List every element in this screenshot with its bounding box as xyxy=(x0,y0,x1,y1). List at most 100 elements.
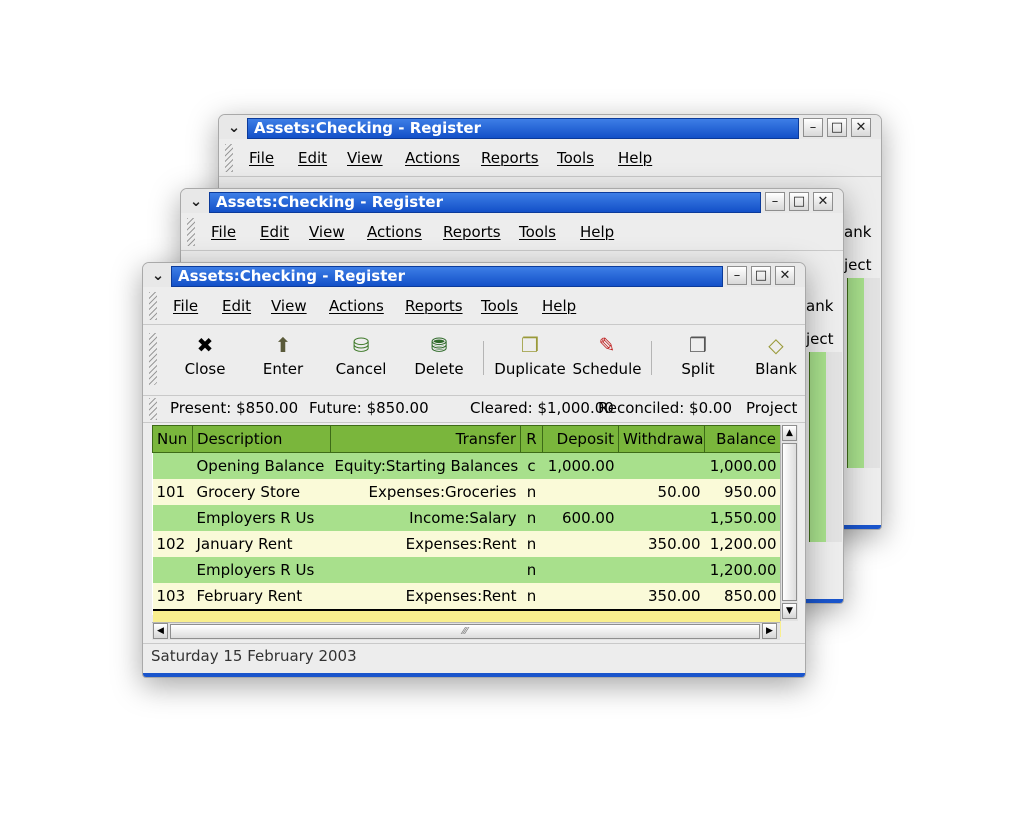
cell-deposit[interactable] xyxy=(542,583,619,610)
cell-num[interactable] xyxy=(152,557,193,583)
enter-button[interactable]: ⬆ Enter xyxy=(257,331,309,391)
menu-actions[interactable]: Actions xyxy=(329,297,384,315)
window-menu-icon[interactable]: ⌄ xyxy=(223,117,245,137)
menu-actions[interactable]: Actions xyxy=(367,223,422,241)
menu-view[interactable]: View xyxy=(347,149,383,167)
cell-withdrawal[interactable]: 350.00 xyxy=(618,531,705,557)
cell-description[interactable]: January Rent xyxy=(192,531,331,557)
close-window-button[interactable]: ✕ xyxy=(851,118,871,137)
cell-reconcile[interactable]: c xyxy=(520,452,543,479)
cell-transfer[interactable]: Expenses:Groceries xyxy=(330,479,521,505)
summary-grip[interactable] xyxy=(149,398,157,420)
grip-handle[interactable] xyxy=(187,218,195,246)
scroll-up-icon[interactable]: ▲ xyxy=(782,425,797,441)
column-header-withdrawal[interactable]: Withdrawal xyxy=(618,425,705,453)
maximize-button[interactable]: □ xyxy=(751,266,771,285)
table-row[interactable]: Opening Balance Equity:Starting Balances… xyxy=(152,452,781,479)
menu-reports[interactable]: Reports xyxy=(405,297,463,315)
menu-reports[interactable]: Reports xyxy=(443,223,501,241)
cell-transfer[interactable]: Equity:Starting Balances xyxy=(330,452,521,479)
cell-description[interactable]: Employers R Us xyxy=(192,557,331,583)
menu-file[interactable]: File xyxy=(249,149,274,167)
cell-withdrawal[interactable] xyxy=(618,557,705,583)
schedule-button[interactable]: ✎ Schedule xyxy=(571,331,643,391)
scroll-left-icon[interactable]: ◀ xyxy=(153,623,168,639)
cell-deposit[interactable]: 600.00 xyxy=(542,505,619,531)
back-scrollbar[interactable] xyxy=(864,278,880,468)
cell-transfer[interactable] xyxy=(330,557,521,583)
menu-actions[interactable]: Actions xyxy=(405,149,460,167)
column-header-num[interactable]: Nun xyxy=(152,425,193,453)
cell-num[interactable] xyxy=(152,505,193,531)
back-window-1-titlebar[interactable]: ⌄ Assets:Checking - Register – □ ✕ xyxy=(219,115,881,139)
cell-transfer[interactable]: Income:Salary xyxy=(330,505,521,531)
cell-deposit[interactable] xyxy=(542,557,619,583)
cell-description[interactable]: Employers R Us xyxy=(192,505,331,531)
menu-edit[interactable]: Edit xyxy=(260,223,289,241)
back-scrollbar[interactable] xyxy=(826,352,842,542)
blank-button[interactable]: ◇ Blank xyxy=(749,331,803,391)
cell-reconcile[interactable]: n xyxy=(520,583,543,610)
menu-view[interactable]: View xyxy=(309,223,345,241)
menu-view[interactable]: View xyxy=(271,297,307,315)
vertical-scrollbar[interactable]: ▲ ▼ xyxy=(780,425,798,621)
minimize-button[interactable]: – xyxy=(727,266,747,285)
delete-button[interactable]: ⛃ Delete xyxy=(409,331,469,391)
cell-description[interactable]: Grocery Store xyxy=(192,479,331,505)
cell-num[interactable]: 103 xyxy=(152,583,193,610)
table-row[interactable]: 103 February Rent Expenses:Rent n 350.00… xyxy=(152,583,781,610)
cell-num[interactable]: 102 xyxy=(152,531,193,557)
window-menu-icon[interactable]: ⌄ xyxy=(185,191,207,211)
table-row[interactable]: Employers R Us n 1,200.00 xyxy=(152,557,781,583)
horizontal-scroll-thumb[interactable]: ⁄⁄⁄ xyxy=(170,624,760,639)
cell-reconcile[interactable]: n xyxy=(520,557,543,583)
cell-transfer[interactable]: Expenses:Rent xyxy=(330,531,521,557)
cell-num[interactable]: 101 xyxy=(152,479,193,505)
cell-reconcile[interactable]: n xyxy=(520,531,543,557)
window-menu-icon[interactable]: ⌄ xyxy=(147,265,169,285)
menu-help[interactable]: Help xyxy=(542,297,576,315)
scroll-down-icon[interactable]: ▼ xyxy=(782,603,797,619)
maximize-button[interactable]: □ xyxy=(827,118,847,137)
cancel-button[interactable]: ⛁ Cancel xyxy=(331,331,391,391)
column-header-deposit[interactable]: Deposit xyxy=(542,425,619,453)
cell-withdrawal[interactable]: 350.00 xyxy=(618,583,705,610)
grip-handle[interactable] xyxy=(149,292,157,320)
menu-tools[interactable]: Tools xyxy=(557,149,594,167)
cell-num[interactable] xyxy=(152,452,193,479)
register-table[interactable]: Nun Description Transfer R Deposit Withd… xyxy=(152,425,781,637)
cell-withdrawal[interactable] xyxy=(618,452,705,479)
menu-tools[interactable]: Tools xyxy=(481,297,518,315)
table-row[interactable]: Employers R Us Income:Salary n 600.00 1,… xyxy=(152,505,781,531)
table-row[interactable]: 102 January Rent Expenses:Rent n 350.00 … xyxy=(152,531,781,557)
menu-reports[interactable]: Reports xyxy=(481,149,539,167)
duplicate-button[interactable]: ❐ Duplicate xyxy=(491,331,569,391)
titlebar[interactable]: ⌄ Assets:Checking - Register – □ ✕ xyxy=(143,263,805,287)
toolbar-grip[interactable] xyxy=(149,333,157,385)
table-row[interactable]: 101 Grocery Store Expenses:Groceries n 5… xyxy=(152,479,781,505)
cell-withdrawal[interactable] xyxy=(618,505,705,531)
horizontal-scrollbar[interactable]: ◀ ⁄⁄⁄ ▶ xyxy=(152,622,780,640)
close-button[interactable]: ✖ Close xyxy=(179,331,231,391)
cell-description[interactable]: February Rent xyxy=(192,583,331,610)
menu-help[interactable]: Help xyxy=(580,223,614,241)
cell-reconcile[interactable]: n xyxy=(520,479,543,505)
close-window-button[interactable]: ✕ xyxy=(813,192,833,211)
cell-deposit[interactable]: 1,000.00 xyxy=(542,452,619,479)
column-header-transfer[interactable]: Transfer xyxy=(330,425,521,453)
cell-transfer[interactable]: Expenses:Rent xyxy=(330,583,521,610)
cell-deposit[interactable] xyxy=(542,531,619,557)
scroll-right-icon[interactable]: ▶ xyxy=(762,623,777,639)
menu-file[interactable]: File xyxy=(211,223,236,241)
cell-description[interactable]: Opening Balance xyxy=(192,452,331,479)
split-button[interactable]: ❒ Split xyxy=(671,331,725,391)
close-window-button[interactable]: ✕ xyxy=(775,266,795,285)
grip-handle[interactable] xyxy=(225,144,233,172)
menu-edit[interactable]: Edit xyxy=(298,149,327,167)
back-window-2-titlebar[interactable]: ⌄ Assets:Checking - Register – □ ✕ xyxy=(181,189,843,213)
minimize-button[interactable]: – xyxy=(765,192,785,211)
cell-reconcile[interactable]: n xyxy=(520,505,543,531)
cell-deposit[interactable] xyxy=(542,479,619,505)
vertical-scroll-thumb[interactable] xyxy=(782,443,797,601)
column-header-r[interactable]: R xyxy=(520,425,543,453)
